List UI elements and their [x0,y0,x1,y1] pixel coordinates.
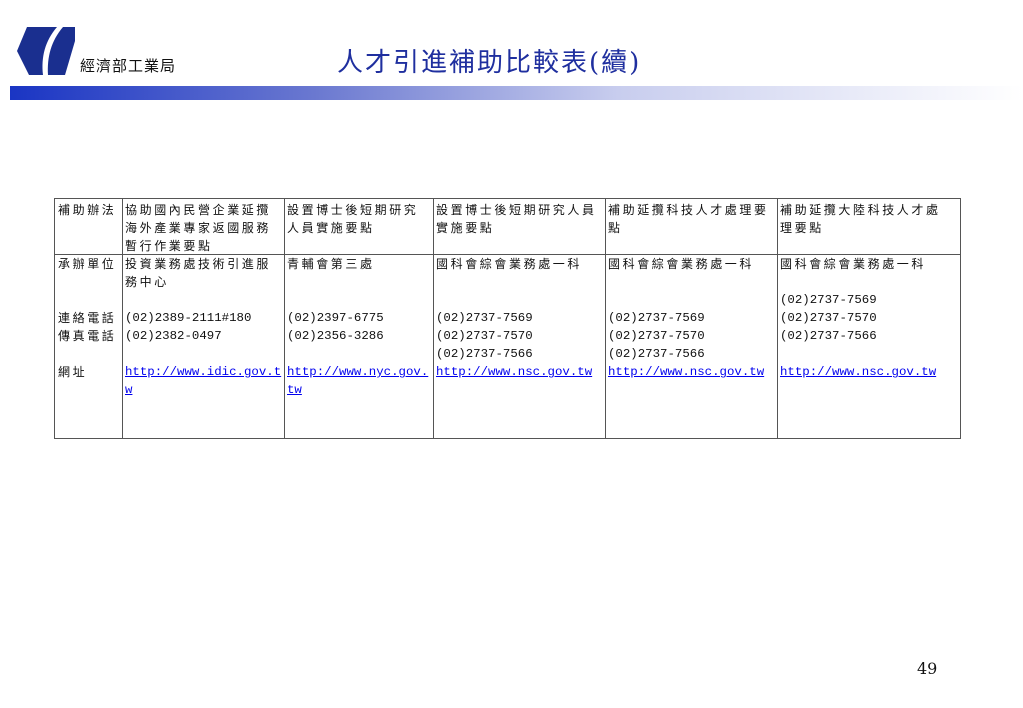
label-phone: 連絡電話 [58,311,117,325]
details-cell: 國科會綜會業務處一科 (02)2737-7569 (02)2737-7570 (02)… [608,255,778,381]
program-line: 實施要點 [436,221,495,235]
program-line: 人員實施要點 [287,221,375,235]
phone-number: (02)2737-7566 [780,329,877,343]
program-line: 協助國內民營企業延攬 [125,203,272,217]
phone-number: (02)2382-0497 [125,329,222,343]
slide: 經濟部工業局 人才引進補助比較表(續) 補助辦法 承辦單位 連絡電話 傳真電話 … [0,0,1023,708]
label-url: 網址 [58,365,88,379]
program-line: 設置博士後短期研究人員 [436,203,597,217]
organization-name: 經濟部工業局 [80,57,177,75]
website-link[interactable]: http://www.nyc.gov.tw [287,363,434,399]
program-cell: 協助國內民營企業延攬 海外產業專家返國服務 暫行作業要點 [125,201,271,255]
program-line: 點 [608,221,623,235]
program-line: 暫行作業要點 [125,239,213,253]
phone-number: (02)2356-3286 [287,329,384,343]
comparison-table: 補助辦法 承辦單位 連絡電話 傳真電話 網址 協助國內民營企業延攬 海外產業專家返… [54,198,961,439]
label-unit: 承辦單位 [58,257,117,271]
details-cell: 投資業務處技術引進服 務中心 (02)2389-2111#180 (02)2382-0… [125,255,283,399]
phone-number: (02)2397-6775 [287,311,384,325]
website-link[interactable]: http://www.nsc.gov.tw [780,363,960,381]
gradient-divider [10,86,1023,100]
page-number: 49 [917,659,938,678]
phone-number: (02)2737-7569 [780,293,877,307]
phone-number: (02)2737-7566 [608,347,705,361]
details-cell: 國科會綜會業務處一科 (02)2737-7569 (02)2737-7570 (02)… [780,255,960,381]
column-divider [122,199,123,438]
unit-line: 青輔會第三處 [287,257,375,271]
program-line: 補助延攬科技人才處理要 [608,203,769,217]
phone-number: (02)2737-7570 [608,329,705,343]
unit-line: 務中心 [125,275,169,289]
phone-number: (02)2737-7566 [436,347,533,361]
website-link[interactable]: http://www.idic.gov.tw [125,363,283,399]
unit-line: 國科會綜會業務處一科 [436,257,583,271]
program-cell: 設置博士後短期研究人員實施要點 [287,201,418,237]
label-column: 承辦單位 連絡電話 傳真電話 網址 [58,255,116,381]
program-cell: 設置博士後短期研究人員實施要點 [436,201,597,237]
unit-line: 國科會綜會業務處一科 [780,257,927,271]
phone-number: (02)2737-7570 [436,329,533,343]
program-cell: 補助延攬大陸科技人才處 理要點 [780,201,941,237]
label-text: 補助辦法 [58,203,117,217]
label-program: 補助辦法 [58,201,116,219]
program-cell: 補助延攬科技人才處理要點 [608,201,769,237]
website-link[interactable]: http://www.nsc.gov.tw [436,363,606,381]
unit-line: 國科會綜會業務處一科 [608,257,755,271]
column-divider [284,199,285,438]
program-line: 補助延攬大陸科技人才處 [780,203,941,217]
website-link[interactable]: http://www.nsc.gov.tw [608,363,778,381]
program-line: 理要點 [780,221,824,235]
details-cell: 國科會綜會業務處一科 (02)2737-7569 (02)2737-7570 (02)… [436,255,606,381]
details-cell: 青輔會第三處 (02)2397-6775 (02)2356-3286 http://w… [287,255,434,399]
ministry-logo-icon [17,27,75,75]
unit-line: 投資業務處技術引進服 [125,257,272,271]
program-line: 海外產業專家返國服務 [125,221,272,235]
program-line: 設置博士後短期研究 [287,203,419,217]
phone-number: (02)2737-7570 [780,311,877,325]
label-fax: 傳真電話 [58,329,117,343]
phone-number: (02)2389-2111#180 [125,311,252,325]
phone-number: (02)2737-7569 [608,311,705,325]
page-title: 人才引進補助比較表(續) [337,48,642,78]
phone-number: (02)2737-7569 [436,311,533,325]
